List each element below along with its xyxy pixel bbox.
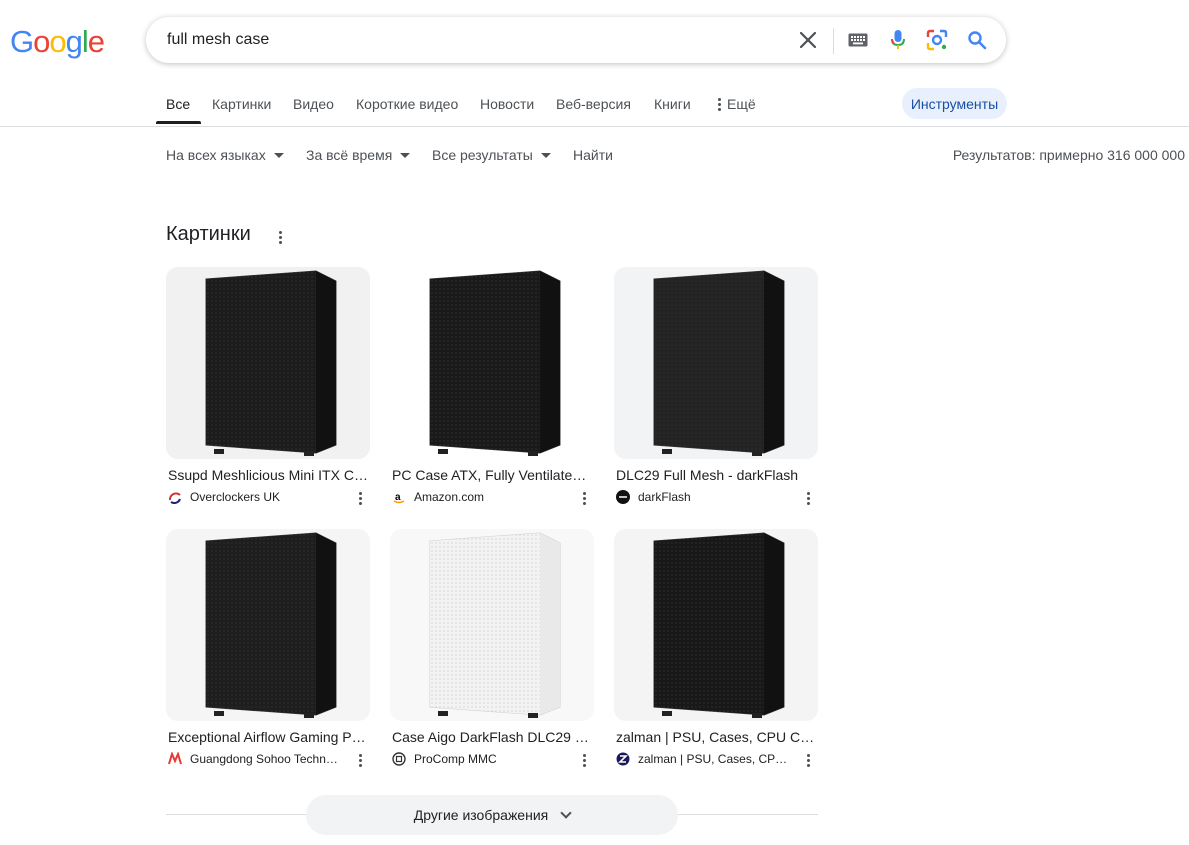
keyboard-icon[interactable] — [846, 28, 870, 52]
sohoo-favicon-icon — [168, 752, 182, 766]
tab-all[interactable]: Все — [166, 96, 190, 112]
filter-find-label: Найти — [573, 147, 613, 163]
image-result-source[interactable]: ProComp MMC — [392, 752, 572, 766]
chevron-down-icon — [560, 807, 572, 819]
clear-icon[interactable] — [796, 28, 820, 52]
logo-letter: e — [87, 24, 105, 59]
filter-time-label: За всё время — [306, 147, 393, 163]
image-thumbnail[interactable] — [614, 267, 818, 459]
images-section-title: Картинки — [166, 223, 251, 245]
more-vert-icon — [716, 97, 722, 111]
image-result-source-label: Amazon.com — [414, 490, 485, 504]
tab-more-label: Ещё — [727, 96, 756, 112]
image-result-title[interactable]: zalman | PSU, Cases, CPU Coolers ... — [616, 729, 816, 745]
image-result-menu-icon[interactable] — [802, 492, 814, 505]
image-result-source[interactable]: darkFlash — [616, 490, 796, 504]
image-thumbnail[interactable] — [390, 529, 594, 721]
image-result-menu-icon[interactable] — [578, 754, 590, 767]
image-thumbnail[interactable] — [166, 267, 370, 459]
zalman-favicon-icon — [616, 752, 630, 766]
image-result-menu-icon[interactable] — [802, 754, 814, 767]
image-result-source[interactable]: zalman | PSU, Cases, CPU ... — [616, 752, 796, 766]
tab-news[interactable]: Новости — [480, 96, 534, 112]
image-thumbnail[interactable] — [166, 529, 370, 721]
tools-button[interactable]: Инструменты — [902, 88, 1007, 119]
overclockers-favicon-icon — [168, 490, 182, 504]
more-images-label: Другие изображения — [413, 807, 549, 823]
active-tab-indicator — [156, 121, 201, 124]
microphone-icon[interactable] — [886, 28, 910, 52]
image-result-title[interactable]: DLC29 Full Mesh - darkFlash — [616, 467, 816, 483]
image-result-card[interactable]: Case Aigo DarkFlash DLC29 Full Mesh ... P… — [390, 529, 594, 767]
image-result-title[interactable]: PC Case ATX, Fully Ventilated Mesh ... — [392, 467, 592, 483]
image-result-source[interactable]: Overclockers UK — [168, 490, 348, 504]
image-result-source-label: Guangdong Sohoo Technology ... — [190, 752, 342, 766]
filter-results-label: Все результаты — [432, 147, 533, 163]
image-result-menu-icon[interactable] — [354, 754, 366, 767]
search-input[interactable]: full mesh case — [167, 31, 269, 49]
image-result-source[interactable]: a Amazon.com — [392, 490, 572, 504]
image-result-source-label: ProComp MMC — [414, 752, 497, 766]
tab-more[interactable]: Ещё — [716, 96, 756, 112]
image-result-title[interactable]: Exceptional Airflow Gaming PC Case ... — [168, 729, 368, 745]
tab-video[interactable]: Видео — [293, 96, 334, 112]
image-result-source[interactable]: Guangdong Sohoo Technology ... — [168, 752, 348, 766]
search-tabs: Все Картинки Видео Короткие видео Новост… — [0, 82, 1189, 127]
tab-images[interactable]: Картинки — [212, 96, 271, 112]
caret-down-icon — [540, 152, 551, 158]
caret-down-icon — [273, 152, 284, 158]
logo-letter: o — [49, 24, 66, 59]
logo-letter: G — [10, 24, 34, 59]
image-result-card[interactable]: zalman | PSU, Cases, CPU Coolers ... zalm… — [614, 529, 818, 767]
image-result-source-label: zalman | PSU, Cases, CPU ... — [638, 752, 790, 766]
tab-short-videos[interactable]: Короткие видео — [356, 96, 458, 112]
search-icon[interactable] — [965, 28, 989, 52]
tools-button-label: Инструменты — [910, 95, 999, 112]
image-result-card[interactable]: Exceptional Airflow Gaming PC Case ... Gu… — [166, 529, 370, 767]
lens-icon[interactable] — [925, 28, 949, 52]
image-result-menu-icon[interactable] — [354, 492, 366, 505]
filter-time[interactable]: За всё время — [306, 147, 411, 163]
more-images-button[interactable]: Другие изображения — [306, 795, 678, 835]
filter-language-label: На всех языках — [166, 147, 266, 163]
search-divider — [833, 28, 834, 54]
search-box[interactable]: full mesh case — [146, 17, 1006, 63]
image-result-title[interactable]: Case Aigo DarkFlash DLC29 Full Mesh ... — [392, 729, 592, 745]
google-logo[interactable]: Google — [10, 24, 105, 60]
image-result-source-label: Overclockers UK — [190, 490, 281, 504]
image-result-card[interactable]: Ssupd Meshlicious Mini ITX Case ... Overc… — [166, 267, 370, 505]
tab-web[interactable]: Веб-версия — [556, 96, 631, 112]
images-section-menu-icon[interactable] — [274, 231, 286, 244]
image-result-menu-icon[interactable] — [578, 492, 590, 505]
image-thumbnail[interactable] — [390, 267, 594, 459]
amazon-favicon-icon: a — [392, 490, 406, 504]
tab-books[interactable]: Книги — [654, 96, 691, 112]
image-thumbnail[interactable] — [614, 529, 818, 721]
filter-language[interactable]: На всех языках — [166, 147, 284, 163]
filter-find[interactable]: Найти — [573, 147, 613, 163]
image-result-title[interactable]: Ssupd Meshlicious Mini ITX Case ... — [168, 467, 368, 483]
darkflash-favicon-icon — [616, 490, 630, 504]
filter-results[interactable]: Все результаты — [432, 147, 551, 163]
image-result-card[interactable]: PC Case ATX, Fully Ventilated Mesh ... aA… — [390, 267, 594, 505]
result-stats: Результатов: примерно 316 000 000 — [952, 147, 1185, 163]
logo-letter: o — [33, 24, 50, 59]
procomp-favicon-icon — [392, 752, 406, 766]
image-result-source-label: darkFlash — [638, 490, 691, 504]
logo-letter: g — [65, 24, 83, 59]
caret-down-icon — [400, 152, 411, 158]
image-result-card[interactable]: DLC29 Full Mesh - darkFlash darkFlash — [614, 267, 818, 505]
